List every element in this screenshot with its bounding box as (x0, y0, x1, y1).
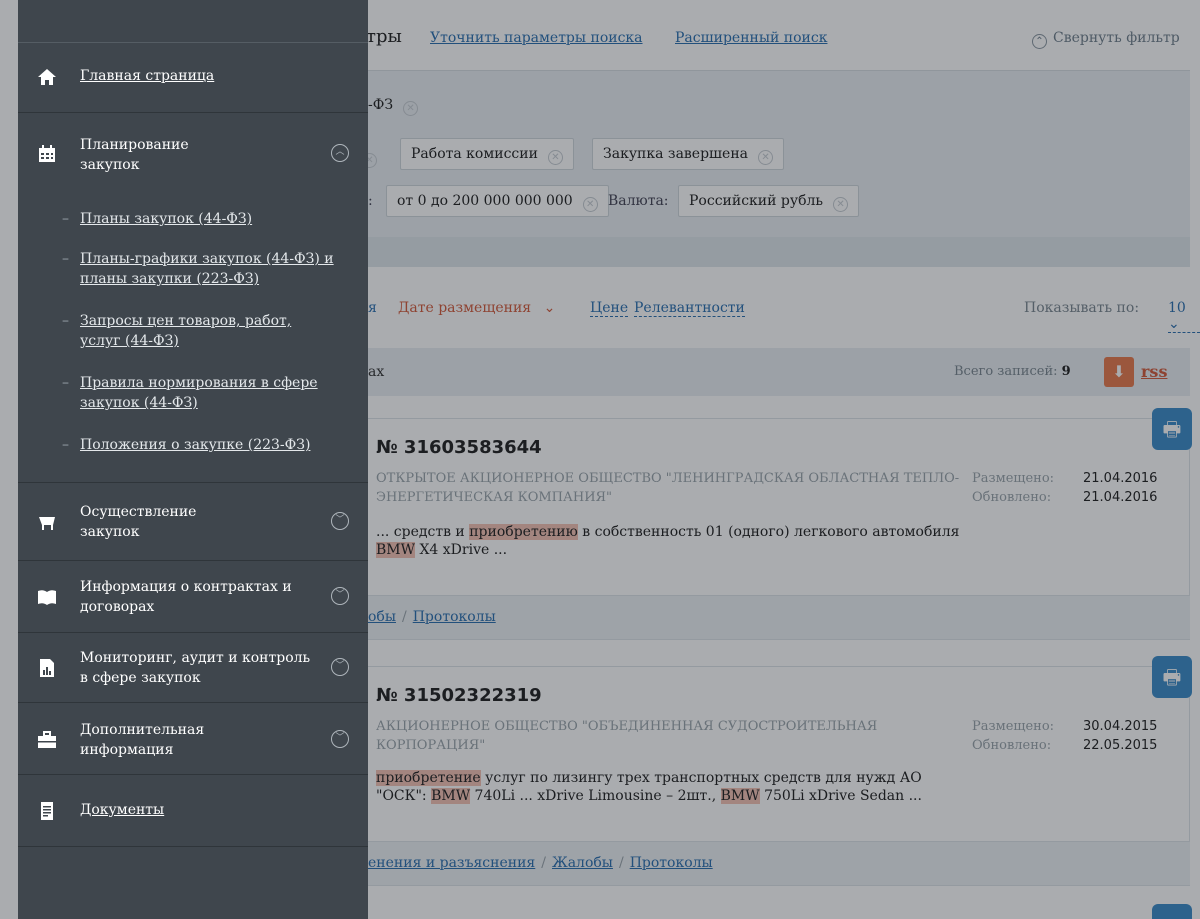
planning-submenu: – Планы закупок (44-ФЗ) – Планы-графики за… (18, 197, 368, 483)
menu-item-label: Информация о контрактах и договорах (80, 579, 292, 615)
submenu-item[interactable]: – Правила нормирования в сфере закупок (4… (62, 373, 347, 413)
book-icon (36, 586, 58, 608)
submenu-item-label: Правила нормирования в сфере закупок (44… (80, 375, 318, 411)
menu-item-label: Дополнительная информация (80, 722, 205, 758)
chevron-down-icon[interactable]: ﹀ (331, 512, 349, 530)
chevron-down-icon[interactable]: ﹀ (331, 587, 349, 605)
dash: – (62, 251, 69, 267)
menu-item-additional[interactable]: Дополнительная информация ﹀ (18, 703, 368, 775)
submenu-item[interactable]: – Планы закупок (44-ФЗ) (62, 209, 252, 229)
report-icon (36, 657, 58, 679)
dash: – (62, 313, 69, 329)
menu-item-label: Главная страница (80, 68, 215, 84)
home-icon (36, 66, 58, 88)
dash: – (62, 375, 69, 391)
menu-item-label: Мониторинг, аудит и контроль в сфере зак… (80, 650, 311, 686)
menu-item-procurement[interactable]: Осуществление закупок ﹀ (18, 483, 368, 561)
document-icon (36, 800, 58, 822)
side-menu: Главная страница Планирование закупок ︿ … (18, 0, 368, 919)
briefcase-icon (36, 729, 58, 751)
menu-item-label: Документы (80, 802, 165, 818)
submenu-item-label: Планы закупок (44-ФЗ) (80, 211, 253, 227)
menu-item-label: Осуществление закупок (80, 504, 197, 540)
menu-item-planning[interactable]: Планирование закупок ︿ (18, 113, 368, 197)
submenu-item-label: Запросы цен товаров, работ, услуг (44-ФЗ… (80, 313, 292, 349)
submenu-item[interactable]: – Положения о закупке (223-ФЗ) (62, 435, 310, 455)
menu-item-label: Планирование закупок (80, 137, 189, 173)
calendar-icon (36, 143, 58, 165)
side-menu-header (18, 0, 368, 43)
menu-item-home[interactable]: Главная страница (18, 43, 368, 113)
chevron-down-icon[interactable]: ﹀ (331, 658, 349, 676)
menu-item-contracts[interactable]: Информация о контрактах и договорах ﹀ (18, 561, 368, 633)
dash: – (62, 437, 69, 453)
chevron-up-icon[interactable]: ︿ (331, 144, 349, 162)
submenu-item[interactable]: – Запросы цен товаров, работ, услуг (44-Ф… (62, 311, 312, 351)
menu-item-documents[interactable]: Документы (18, 775, 368, 847)
menu-item-monitoring[interactable]: Мониторинг, аудит и контроль в сфере зак… (18, 633, 368, 703)
submenu-item-label: Положения о закупке (223-ФЗ) (80, 437, 311, 453)
dash: – (62, 211, 69, 227)
submenu-item-label: Планы-графики закупок (44-ФЗ) и планы за… (80, 251, 334, 287)
cart-icon (36, 511, 58, 533)
chevron-down-icon[interactable]: ﹀ (331, 730, 349, 748)
submenu-item[interactable]: – Планы-графики закупок (44-ФЗ) и планы з… (62, 249, 342, 289)
